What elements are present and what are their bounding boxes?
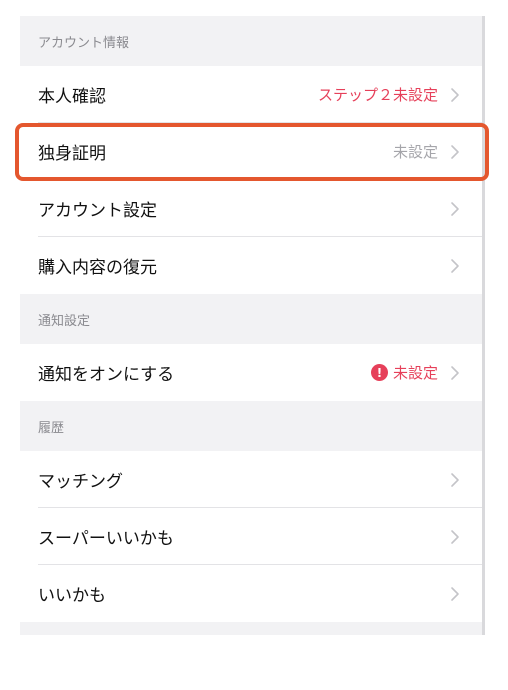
row-status: 未設定 bbox=[392, 143, 438, 161]
chevron-right-icon bbox=[451, 87, 459, 102]
settings-panel: アカウント情報 本人確認 ステップ２未設定 独身証明 未設定 アカウント設定 購… bbox=[20, 16, 485, 635]
section-header-notification-settings: 通知設定 bbox=[38, 313, 91, 329]
row-restore-purchases[interactable]: 購入内容の復元 bbox=[20, 237, 482, 294]
chevron-right-icon bbox=[451, 472, 459, 487]
chevron-right-icon bbox=[451, 201, 459, 216]
section-header-history: 履歴 bbox=[38, 420, 65, 436]
row-label: マッチング bbox=[38, 472, 123, 492]
row-super-like[interactable]: スーパーいいかも bbox=[20, 508, 482, 565]
row-label: スーパーいいかも bbox=[38, 529, 174, 549]
row-single-certificate[interactable]: 独身証明 未設定 bbox=[20, 123, 482, 180]
chevron-right-icon bbox=[451, 144, 459, 159]
row-identity-verification[interactable]: 本人確認 ステップ２未設定 bbox=[20, 66, 482, 123]
row-label: 通知をオンにする bbox=[38, 365, 175, 385]
row-status-wrap: ! 未設定 bbox=[370, 362, 438, 383]
row-status: ステップ２未設定 bbox=[317, 86, 438, 104]
row-account-settings[interactable]: アカウント設定 bbox=[20, 180, 482, 237]
chevron-right-icon bbox=[451, 365, 459, 380]
row-status: 未設定 bbox=[392, 364, 438, 382]
row-label: いいかも bbox=[38, 586, 106, 606]
row-label: 本人確認 bbox=[38, 87, 106, 107]
chevron-right-icon bbox=[451, 258, 459, 273]
section-header-account-info: アカウント情報 bbox=[38, 35, 130, 51]
exclamation-circle-icon: ! bbox=[370, 364, 388, 381]
row-label: 独身証明 bbox=[38, 144, 106, 164]
row-label: 購入内容の復元 bbox=[38, 258, 157, 278]
row-label: アカウント設定 bbox=[38, 201, 157, 221]
chevron-right-icon bbox=[451, 586, 459, 601]
chevron-right-icon bbox=[451, 529, 459, 544]
row-matching[interactable]: マッチング bbox=[20, 451, 482, 508]
row-like[interactable]: いいかも bbox=[20, 565, 482, 622]
row-enable-notifications[interactable]: 通知をオンにする ! 未設定 bbox=[20, 344, 482, 401]
